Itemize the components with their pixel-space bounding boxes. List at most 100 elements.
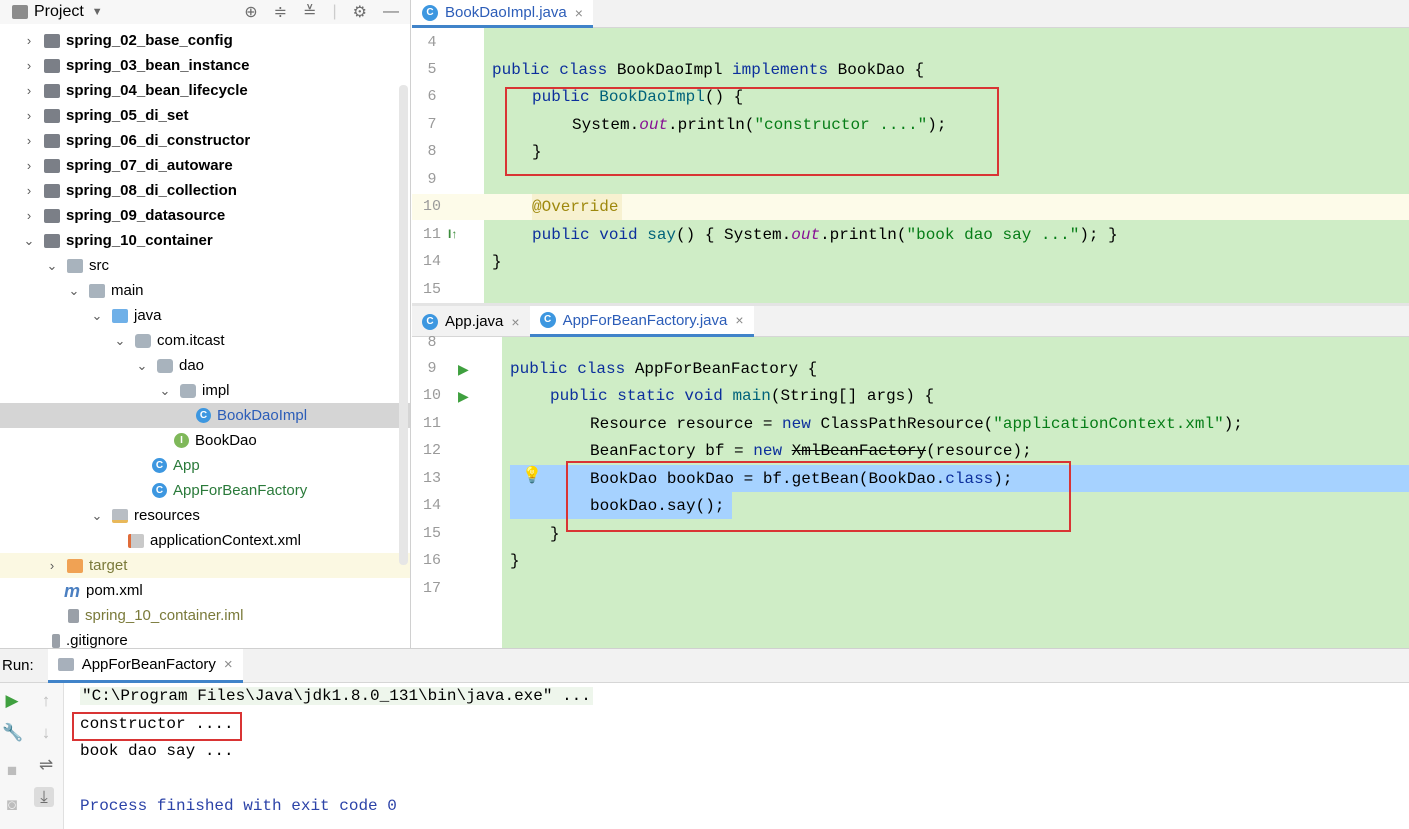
tree-item-spring-03[interactable]: › spring_03_bean_instance bbox=[0, 53, 410, 78]
tree-item-label: main bbox=[111, 282, 144, 299]
tree-item-spring-05[interactable]: › spring_05_di_set bbox=[0, 103, 410, 128]
tree-item-label: AppForBeanFactory bbox=[173, 482, 308, 499]
gear-icon[interactable]: ⚙ bbox=[353, 2, 367, 22]
chevron-right-icon[interactable]: › bbox=[45, 558, 59, 573]
tree-item-spring-06[interactable]: › spring_06_di_constructor bbox=[0, 128, 410, 153]
token: ); } bbox=[1079, 226, 1118, 244]
line-number: 10 bbox=[422, 387, 441, 404]
class-icon: C bbox=[422, 313, 438, 330]
line-number: 8 bbox=[427, 143, 437, 160]
chevron-right-icon[interactable]: › bbox=[22, 33, 36, 48]
tree-item-gitignore[interactable]: .gitignore bbox=[0, 628, 410, 648]
arrow-up-icon[interactable]: ↑ bbox=[36, 691, 56, 711]
camera-icon[interactable]: ◙ bbox=[2, 795, 22, 815]
tree-item-resources[interactable]: ⌄ resources bbox=[0, 503, 410, 528]
chevron-right-icon[interactable]: › bbox=[22, 58, 36, 73]
line-number: 15 bbox=[422, 525, 441, 542]
chevron-right-icon[interactable]: › bbox=[22, 158, 36, 173]
tree-item-spring-10[interactable]: ⌄ spring_10_container bbox=[0, 228, 410, 253]
chevron-down-icon[interactable]: ⌄ bbox=[45, 258, 59, 274]
chevron-right-icon[interactable]: › bbox=[22, 133, 36, 148]
chevron-down-icon[interactable]: ⌄ bbox=[90, 308, 104, 324]
run-main-icon[interactable]: ▶ bbox=[458, 388, 469, 405]
chevron-right-icon[interactable]: › bbox=[22, 108, 36, 123]
tree-item-com-itcast[interactable]: ⌄ com.itcast bbox=[0, 328, 410, 353]
token: .println( bbox=[820, 226, 907, 244]
minimize-icon[interactable]: — bbox=[383, 3, 399, 21]
chevron-right-icon[interactable]: › bbox=[22, 183, 36, 198]
folder-icon bbox=[89, 283, 105, 298]
tree-item-appforbeanfactory[interactable]: C AppForBeanFactory bbox=[0, 478, 410, 503]
tree-item-label: impl bbox=[202, 382, 230, 399]
chevron-right-icon[interactable]: › bbox=[22, 208, 36, 223]
locate-icon[interactable]: ⊕ bbox=[244, 2, 257, 22]
tree-item-spring-08[interactable]: › spring_08_di_collection bbox=[0, 178, 410, 203]
tree-item-spring-04[interactable]: › spring_04_bean_lifecycle bbox=[0, 78, 410, 103]
tree-item-bookdao[interactable]: I BookDao bbox=[0, 428, 410, 453]
tree-item-label: App bbox=[173, 457, 200, 474]
class-icon: C bbox=[196, 408, 211, 423]
tree-item-main[interactable]: ⌄ main bbox=[0, 278, 410, 303]
close-icon[interactable]: × bbox=[575, 5, 583, 21]
tree-item-app[interactable]: C App bbox=[0, 453, 410, 478]
close-icon[interactable]: × bbox=[224, 656, 233, 673]
tree-item-label: spring_06_di_constructor bbox=[66, 132, 251, 149]
arrow-down-icon[interactable]: ↓ bbox=[36, 723, 56, 743]
tab-bookdaoimpl[interactable]: C BookDaoImpl.java × bbox=[412, 0, 593, 28]
tab-appforbeanfactory[interactable]: C AppForBeanFactory.java × bbox=[529, 306, 754, 337]
close-icon[interactable]: × bbox=[735, 312, 743, 328]
editor-bottom-gutter bbox=[412, 337, 502, 648]
chevron-down-icon[interactable]: ⌄ bbox=[113, 333, 127, 349]
tree-item-dao[interactable]: ⌄ dao bbox=[0, 353, 410, 378]
chevron-down-icon[interactable]: ⌄ bbox=[135, 358, 149, 374]
token: out bbox=[791, 226, 821, 244]
stop-icon[interactable]: ■ bbox=[2, 761, 22, 781]
tree-item-spring-07[interactable]: › spring_07_di_autoware bbox=[0, 153, 410, 178]
annotation-box-getbean bbox=[566, 461, 1071, 532]
run-class-icon[interactable]: ▶ bbox=[458, 361, 469, 378]
chevron-down-icon[interactable]: ⌄ bbox=[158, 383, 172, 399]
chevron-down-icon[interactable]: ⌄ bbox=[67, 283, 81, 299]
implements-method-icon[interactable]: I↑ bbox=[448, 227, 457, 241]
wrench-icon[interactable]: 🔧 bbox=[2, 723, 23, 743]
tree-item-spring-02[interactable]: › spring_02_base_config bbox=[0, 28, 410, 53]
run-tab[interactable]: AppForBeanFactory × bbox=[47, 648, 243, 683]
run-header: Run: AppForBeanFactory × bbox=[0, 648, 1409, 683]
collapse-all-icon[interactable]: ≚ bbox=[303, 2, 316, 22]
excluded-folder-icon bbox=[67, 558, 83, 573]
token: () { System. bbox=[676, 226, 792, 244]
tree-item-label: src bbox=[89, 257, 109, 274]
code-line-10: public static void main(String[] args) { bbox=[550, 387, 934, 405]
chevron-down-icon[interactable]: ⌄ bbox=[90, 508, 104, 524]
chevron-down-icon[interactable]: ⌄ bbox=[22, 233, 36, 249]
chevron-right-icon[interactable]: › bbox=[22, 83, 36, 98]
tree-item-pom[interactable]: m pom.xml bbox=[0, 578, 410, 603]
tree-item-iml[interactable]: spring_10_container.iml bbox=[0, 603, 410, 628]
editor-bottom: C App.java × C AppForBeanFactory.java × … bbox=[412, 303, 1409, 648]
project-panel-title[interactable]: Project bbox=[34, 3, 84, 21]
expand-all-icon[interactable]: ≑ bbox=[274, 2, 287, 22]
class-icon: C bbox=[152, 458, 167, 473]
tree-item-label: pom.xml bbox=[86, 582, 143, 599]
class-icon: C bbox=[152, 483, 167, 498]
tree-item-impl[interactable]: ⌄ impl bbox=[0, 378, 410, 403]
tree-item-spring-09[interactable]: › spring_09_datasource bbox=[0, 203, 410, 228]
rerun-icon[interactable]: ▶ bbox=[2, 691, 22, 711]
soft-wrap-icon[interactable]: ⇌ bbox=[36, 755, 56, 775]
tree-item-label: applicationContext.xml bbox=[150, 532, 301, 549]
tree-item-applicationcontext[interactable]: applicationContext.xml bbox=[0, 528, 410, 553]
tab-app[interactable]: C App.java × bbox=[412, 306, 530, 337]
lightbulb-icon[interactable]: 💡 bbox=[522, 465, 542, 485]
tree-item-src[interactable]: ⌄ src bbox=[0, 253, 410, 278]
tree-item-bookdaoimpl[interactable]: C BookDaoImpl bbox=[0, 403, 410, 428]
project-scrollbar[interactable] bbox=[399, 85, 408, 565]
spring-xml-icon bbox=[128, 533, 144, 548]
code-line-14: } bbox=[492, 253, 502, 271]
tree-item-target[interactable]: › target bbox=[0, 553, 410, 578]
chevron-down-icon[interactable]: ▼ bbox=[92, 6, 103, 18]
close-icon[interactable]: × bbox=[511, 314, 519, 330]
module-icon bbox=[44, 233, 60, 248]
token: implements bbox=[732, 61, 838, 79]
tree-item-java[interactable]: ⌄ java bbox=[0, 303, 410, 328]
scroll-to-end-icon[interactable]: ⤓ bbox=[34, 787, 54, 807]
